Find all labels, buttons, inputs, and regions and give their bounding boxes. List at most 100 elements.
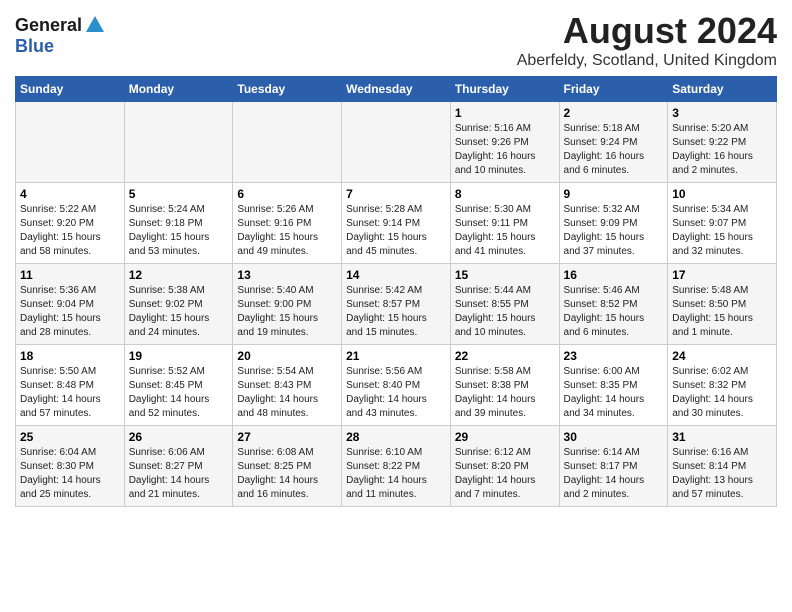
day-number: 16: [564, 268, 664, 282]
col-header-thursday: Thursday: [450, 77, 559, 102]
day-cell: 6 Sunrise: 5:26 AM Sunset: 9:16 PM Daylig…: [233, 183, 342, 264]
day-number: 6: [237, 187, 337, 201]
week-row-4: 18 Sunrise: 5:50 AM Sunset: 8:48 PM Dayli…: [16, 345, 777, 426]
day-info: Sunrise: 6:14 AM Sunset: 8:17 PM Dayligh…: [564, 446, 664, 502]
logo-general: General: [15, 15, 82, 36]
day-info: Sunrise: 6:02 AM Sunset: 8:32 PM Dayligh…: [672, 365, 772, 421]
day-info: Sunrise: 5:20 AM Sunset: 9:22 PM Dayligh…: [672, 122, 772, 178]
day-number: 13: [237, 268, 337, 282]
day-info: Sunrise: 5:44 AM Sunset: 8:55 PM Dayligh…: [455, 284, 555, 340]
day-info: Sunrise: 5:22 AM Sunset: 9:20 PM Dayligh…: [20, 203, 120, 259]
day-info: Sunrise: 6:08 AM Sunset: 8:25 PM Dayligh…: [237, 446, 337, 502]
day-cell: 28 Sunrise: 6:10 AM Sunset: 8:22 PM Dayli…: [342, 426, 451, 507]
day-cell: 9 Sunrise: 5:32 AM Sunset: 9:09 PM Daylig…: [559, 183, 668, 264]
day-info: Sunrise: 5:24 AM Sunset: 9:18 PM Dayligh…: [129, 203, 229, 259]
week-row-3: 11Sunrise: 5:36 AM Sunset: 9:04 PM Dayli…: [16, 264, 777, 345]
day-cell: 16Sunrise: 5:46 AM Sunset: 8:52 PM Dayli…: [559, 264, 668, 345]
day-number: 26: [129, 430, 229, 444]
day-number: 30: [564, 430, 664, 444]
day-cell: 21Sunrise: 5:56 AM Sunset: 8:40 PM Dayli…: [342, 345, 451, 426]
day-number: 7: [346, 187, 446, 201]
day-info: Sunrise: 6:06 AM Sunset: 8:27 PM Dayligh…: [129, 446, 229, 502]
day-number: 5: [129, 187, 229, 201]
day-number: 19: [129, 349, 229, 363]
logo-blue: Blue: [15, 36, 54, 57]
day-info: Sunrise: 5:32 AM Sunset: 9:09 PM Dayligh…: [564, 203, 664, 259]
day-cell: 30 Sunrise: 6:14 AM Sunset: 8:17 PM Dayli…: [559, 426, 668, 507]
day-cell: 31 Sunrise: 6:16 AM Sunset: 8:14 PM Dayli…: [668, 426, 777, 507]
day-info: Sunrise: 5:50 AM Sunset: 8:48 PM Dayligh…: [20, 365, 120, 421]
col-header-saturday: Saturday: [668, 77, 777, 102]
day-number: 9: [564, 187, 664, 201]
week-row-1: 1 Sunrise: 5:16 AM Sunset: 9:26 PM Daylig…: [16, 102, 777, 183]
day-cell: 12Sunrise: 5:38 AM Sunset: 9:02 PM Dayli…: [124, 264, 233, 345]
day-cell: 15 Sunrise: 5:44 AM Sunset: 8:55 PM Dayli…: [450, 264, 559, 345]
day-number: 10: [672, 187, 772, 201]
day-cell: 25Sunrise: 6:04 AM Sunset: 8:30 PM Dayli…: [16, 426, 125, 507]
day-number: 31: [672, 430, 772, 444]
day-info: Sunrise: 5:52 AM Sunset: 8:45 PM Dayligh…: [129, 365, 229, 421]
day-number: 24: [672, 349, 772, 363]
col-header-monday: Monday: [124, 77, 233, 102]
calendar-table: SundayMondayTuesdayWednesdayThursdayFrid…: [15, 76, 777, 507]
day-cell: 26 Sunrise: 6:06 AM Sunset: 8:27 PM Dayli…: [124, 426, 233, 507]
col-header-sunday: Sunday: [16, 77, 125, 102]
day-cell: 4 Sunrise: 5:22 AM Sunset: 9:20 PM Daylig…: [16, 183, 125, 264]
day-number: 3: [672, 106, 772, 120]
day-cell: 17 Sunrise: 5:48 AM Sunset: 8:50 PM Dayli…: [668, 264, 777, 345]
day-number: 25: [20, 430, 120, 444]
day-number: 2: [564, 106, 664, 120]
week-row-2: 4 Sunrise: 5:22 AM Sunset: 9:20 PM Daylig…: [16, 183, 777, 264]
day-cell: 5 Sunrise: 5:24 AM Sunset: 9:18 PM Daylig…: [124, 183, 233, 264]
day-info: Sunrise: 6:00 AM Sunset: 8:35 PM Dayligh…: [564, 365, 664, 421]
day-cell: [342, 102, 451, 183]
day-number: 18: [20, 349, 120, 363]
day-cell: 24 Sunrise: 6:02 AM Sunset: 8:32 PM Dayli…: [668, 345, 777, 426]
day-info: Sunrise: 6:16 AM Sunset: 8:14 PM Dayligh…: [672, 446, 772, 502]
col-header-friday: Friday: [559, 77, 668, 102]
day-number: 28: [346, 430, 446, 444]
day-info: Sunrise: 5:18 AM Sunset: 9:24 PM Dayligh…: [564, 122, 664, 178]
day-cell: 7Sunrise: 5:28 AM Sunset: 9:14 PM Daylig…: [342, 183, 451, 264]
day-number: 22: [455, 349, 555, 363]
day-cell: 2 Sunrise: 5:18 AM Sunset: 9:24 PM Daylig…: [559, 102, 668, 183]
week-row-5: 25Sunrise: 6:04 AM Sunset: 8:30 PM Dayli…: [16, 426, 777, 507]
day-number: 17: [672, 268, 772, 282]
day-cell: 23 Sunrise: 6:00 AM Sunset: 8:35 PM Dayli…: [559, 345, 668, 426]
day-info: Sunrise: 5:30 AM Sunset: 9:11 PM Dayligh…: [455, 203, 555, 259]
day-number: 8: [455, 187, 555, 201]
day-info: Sunrise: 6:10 AM Sunset: 8:22 PM Dayligh…: [346, 446, 446, 502]
day-cell: 22Sunrise: 5:58 AM Sunset: 8:38 PM Dayli…: [450, 345, 559, 426]
day-info: Sunrise: 5:34 AM Sunset: 9:07 PM Dayligh…: [672, 203, 772, 259]
day-info: Sunrise: 5:26 AM Sunset: 9:16 PM Dayligh…: [237, 203, 337, 259]
day-cell: 18 Sunrise: 5:50 AM Sunset: 8:48 PM Dayli…: [16, 345, 125, 426]
day-cell: 1 Sunrise: 5:16 AM Sunset: 9:26 PM Daylig…: [450, 102, 559, 183]
day-number: 4: [20, 187, 120, 201]
day-number: 23: [564, 349, 664, 363]
day-number: 27: [237, 430, 337, 444]
day-info: Sunrise: 5:54 AM Sunset: 8:43 PM Dayligh…: [237, 365, 337, 421]
header-row: SundayMondayTuesdayWednesdayThursdayFrid…: [16, 77, 777, 102]
day-info: Sunrise: 5:48 AM Sunset: 8:50 PM Dayligh…: [672, 284, 772, 340]
col-header-wednesday: Wednesday: [342, 77, 451, 102]
logo-icon: [84, 14, 106, 36]
day-number: 20: [237, 349, 337, 363]
col-header-tuesday: Tuesday: [233, 77, 342, 102]
day-info: Sunrise: 5:38 AM Sunset: 9:02 PM Dayligh…: [129, 284, 229, 340]
day-cell: 27 Sunrise: 6:08 AM Sunset: 8:25 PM Dayli…: [233, 426, 342, 507]
day-info: Sunrise: 5:16 AM Sunset: 9:26 PM Dayligh…: [455, 122, 555, 178]
day-cell: 14Sunrise: 5:42 AM Sunset: 8:57 PM Dayli…: [342, 264, 451, 345]
main-title: August 2024: [517, 10, 777, 52]
day-info: Sunrise: 5:40 AM Sunset: 9:00 PM Dayligh…: [237, 284, 337, 340]
day-number: 21: [346, 349, 446, 363]
day-number: 1: [455, 106, 555, 120]
day-cell: 20 Sunrise: 5:54 AM Sunset: 8:43 PM Dayli…: [233, 345, 342, 426]
logo: General Blue: [15, 14, 106, 57]
day-cell: 29Sunrise: 6:12 AM Sunset: 8:20 PM Dayli…: [450, 426, 559, 507]
title-area: August 2024 Aberfeldy, Scotland, United …: [517, 10, 777, 70]
day-number: 15: [455, 268, 555, 282]
day-cell: 19 Sunrise: 5:52 AM Sunset: 8:45 PM Dayli…: [124, 345, 233, 426]
day-cell: 11Sunrise: 5:36 AM Sunset: 9:04 PM Dayli…: [16, 264, 125, 345]
day-cell: [16, 102, 125, 183]
day-cell: [124, 102, 233, 183]
